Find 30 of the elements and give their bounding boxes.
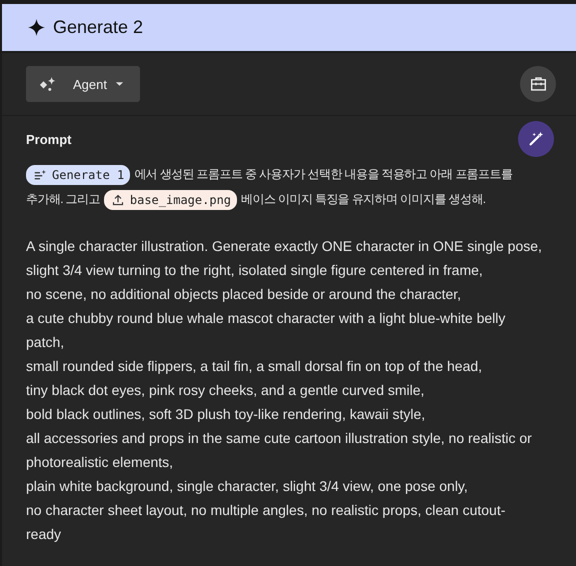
prompt-text: 에서 생성된 프롬프트 중 사용자가 선택한 내용을 적용하고 아래 프롬프트를: [134, 166, 512, 183]
magic-wand-icon: [527, 130, 545, 148]
prompt-line: all accessories and props in the same cute cartoon illustration style, no realistic or: [26, 429, 533, 448]
prompt-line: plain white background, single character, slight 3/4 view, one pose only,: [26, 477, 469, 496]
sparkles-icon: [39, 75, 57, 93]
prompt-line: no character sheet layout, no multiple angles, no realistic props, clean cutout-: [26, 501, 506, 520]
prompt-line: no scene, no additional objects placed beside or around the character,: [26, 285, 462, 304]
agent-dropdown[interactable]: Agent: [26, 66, 140, 102]
list-sparkle-icon: [34, 168, 46, 180]
prompt-line: ready: [26, 525, 62, 544]
toolbox-icon: [530, 77, 546, 91]
prompt-line: bold black outlines, soft 3D plush toy-like rendering, kawaii style,: [26, 405, 426, 424]
prompt-line: patch,: [26, 333, 66, 352]
header-title: Generate 2: [53, 17, 144, 38]
prompt-line: A single character illustration. Generate exactly ONE character in ONE single pose,: [26, 237, 543, 256]
prompt-text: 추가해. 그리고: [26, 191, 100, 208]
sparkle-icon: [28, 19, 45, 36]
prompt-line: small rounded side flippers, a tail fin, a small dorsal fin on top of the head,: [26, 357, 484, 376]
magic-wand-button[interactable]: [518, 121, 554, 157]
reference-chip[interactable]: Generate 1: [26, 164, 130, 184]
prompt-line: photorealistic elements,: [26, 453, 174, 472]
prompt-line: a cute chubby round blue whale mascot character with a light blue-white belly: [26, 309, 506, 328]
caret-icon: [114, 81, 124, 87]
prompt-line: slight 3/4 view turning to the right, isolated single figure centered in frame,: [26, 261, 484, 280]
file-chip[interactable]: base_image.png: [104, 190, 238, 210]
prompt-text: 베이스 이미지 특징을 유지하며 이미지를 생성해.: [241, 191, 486, 208]
prompt-line: tiny black dot eyes, pink rosy cheeks, and a gentle curved smile,: [26, 381, 426, 400]
prompt-label: Prompt: [26, 132, 72, 146]
toolbox-button[interactable]: [520, 66, 556, 102]
upload-icon: [112, 194, 124, 206]
